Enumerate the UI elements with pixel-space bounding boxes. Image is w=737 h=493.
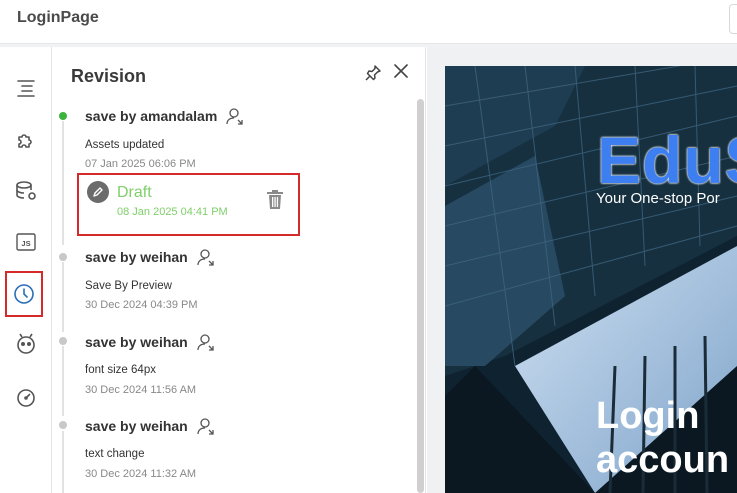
page-preview[interactable]: EduS Your One-stop Por Login accoun: [445, 66, 737, 493]
assistant-tool-button[interactable]: [7, 325, 45, 363]
database-settings-icon: [16, 181, 36, 200]
database-tool-button[interactable]: [7, 172, 45, 210]
revision-author: save by weihan: [85, 334, 188, 350]
edit-pencil-icon[interactable]: [87, 181, 109, 203]
pin-icon[interactable]: [363, 63, 383, 83]
hero-title: EduS: [597, 123, 737, 197]
revision-entry-header[interactable]: save by weihan: [85, 416, 216, 436]
login-heading-line1: Login: [596, 395, 700, 437]
timeline-line: [62, 262, 64, 332]
speedometer-icon: [17, 389, 35, 407]
draft-time: 08 Jan 2025 04:41 PM: [117, 206, 228, 218]
revision-entry-header[interactable]: save by weihan: [85, 332, 216, 352]
revision-entry-header[interactable]: save by amandalam: [85, 106, 245, 126]
user-icon[interactable]: [196, 247, 216, 267]
panel-title: Revision: [71, 66, 147, 86]
timeline-line: [62, 431, 64, 493]
trash-icon[interactable]: [265, 189, 285, 211]
revision-message: text change: [85, 448, 145, 460]
revision-message: Assets updated: [85, 139, 165, 151]
revision-author: save by weihan: [85, 249, 188, 265]
revision-time: 30 Dec 2024 11:32 AM: [85, 468, 197, 480]
login-heading: Login accoun: [596, 394, 729, 482]
revision-message: font size 64px: [85, 364, 156, 376]
revision-time: 30 Dec 2024 04:39 PM: [85, 299, 198, 311]
clock-history-icon: [14, 284, 34, 304]
revision-author: save by weihan: [85, 418, 188, 434]
close-icon[interactable]: [391, 61, 411, 81]
timeline-dot: [59, 421, 67, 429]
revision-panel: Revision save by amandalam Assets update…: [53, 47, 426, 493]
login-heading-line2: accoun: [596, 439, 730, 481]
layers-tool-button[interactable]: [7, 69, 45, 107]
user-icon[interactable]: [196, 416, 216, 436]
app-title: LoginPage: [17, 9, 99, 26]
draft-label: Draft: [117, 184, 152, 201]
timeline-line: [62, 121, 64, 245]
revision-time: 07 Jan 2025 06:06 PM: [85, 158, 196, 170]
puzzle-icon: [18, 134, 32, 148]
timeline-dot-active: [59, 112, 67, 120]
layers-icon: [17, 80, 35, 97]
timeline-line: [62, 346, 64, 416]
user-icon[interactable]: [196, 332, 216, 352]
timeline-dot: [59, 253, 67, 261]
top-bar: LoginPage: [0, 0, 737, 44]
icon-rail: JS: [0, 47, 52, 493]
hero-subtitle: Your One-stop Por: [596, 190, 720, 207]
plugins-tool-button[interactable]: [7, 121, 45, 159]
js-file-icon: JS: [16, 233, 36, 251]
user-icon[interactable]: [225, 106, 245, 126]
revision-entry-header[interactable]: save by weihan: [85, 247, 216, 267]
draft-revision-item[interactable]: Draft 08 Jan 2025 04:41 PM: [77, 173, 300, 236]
performance-tool-button[interactable]: [7, 379, 45, 417]
revision-time: 30 Dec 2024 11:56 AM: [85, 384, 197, 396]
revision-message: Save By Preview: [85, 280, 172, 292]
panel-scrollbar[interactable]: [417, 99, 424, 493]
revision-tool-button[interactable]: [5, 271, 43, 317]
topbar-control[interactable]: [729, 4, 737, 34]
robot-face-icon: [17, 333, 35, 354]
svg-text:JS: JS: [21, 239, 30, 248]
revision-author: save by amandalam: [85, 108, 218, 124]
timeline-dot: [59, 337, 67, 345]
script-tool-button[interactable]: JS: [7, 223, 45, 261]
